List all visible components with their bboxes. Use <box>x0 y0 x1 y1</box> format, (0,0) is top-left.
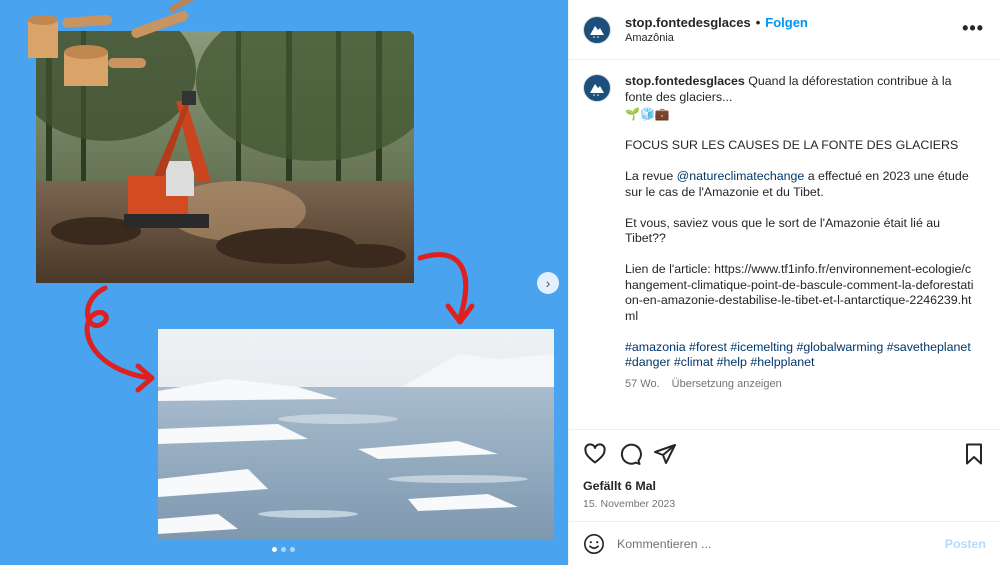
hashtags[interactable]: #danger #climat #help #helpplanet <box>625 355 975 371</box>
avatar[interactable] <box>583 74 611 102</box>
caption-username[interactable]: stop.fontedesglaces <box>625 74 745 88</box>
glacier-logo-icon <box>590 84 604 96</box>
curved-arrow-icon <box>417 252 469 321</box>
caption-paragraph: La revue @natureclimatechange a effectué… <box>625 169 969 199</box>
glacier-photo <box>158 329 554 540</box>
comment-input[interactable] <box>617 536 945 551</box>
post-sidebar: stop.fontedesglaces • Folgen Amazônia ••… <box>568 0 1000 565</box>
caption-text: stop.fontedesglaces Quand la déforestati… <box>625 74 975 392</box>
like-count[interactable]: Gefällt 6 Mal <box>583 479 986 493</box>
share-icon[interactable] <box>653 442 677 466</box>
carousel-indicator <box>272 547 295 552</box>
glacier-logo-icon <box>590 25 604 38</box>
carousel-dot <box>290 547 295 552</box>
post-actions: Gefällt 6 Mal 15. November 2023 <box>569 429 1000 510</box>
post-age: 57 Wo. <box>625 377 660 390</box>
emoji-icon[interactable] <box>583 533 605 555</box>
heart-icon[interactable] <box>583 442 607 466</box>
post-header: stop.fontedesglaces • Folgen Amazônia ••… <box>569 0 1000 60</box>
follow-button[interactable]: Folgen <box>765 15 808 30</box>
deforestation-photo <box>36 31 414 283</box>
caption-emoji: 🌱🧊💼 <box>625 107 670 121</box>
post-date: 15. November 2023 <box>583 498 676 510</box>
header-username[interactable]: stop.fontedesglaces <box>625 15 751 30</box>
post-media: › <box>0 0 568 565</box>
caption-question: Et vous, saviez vous que le sort de l'Am… <box>625 215 941 246</box>
carousel-dot <box>272 547 277 552</box>
carousel-next-button[interactable]: › <box>537 272 559 294</box>
more-options-icon[interactable]: ••• <box>962 18 984 39</box>
caption-article-link: Lien de l'article: https://www.tf1info.f… <box>625 262 974 323</box>
hashtags[interactable]: #amazonia #forest #icemelting #globalwar… <box>625 340 975 356</box>
translate-button[interactable]: Übersetzung anzeigen <box>672 377 782 393</box>
bookmark-icon[interactable] <box>962 442 986 466</box>
carousel-dot <box>281 547 286 552</box>
comment-bar: Posten <box>569 521 1000 565</box>
caption-headline: FOCUS SUR LES CAUSES DE LA FONTE DES GLA… <box>625 138 959 152</box>
mention-link[interactable]: @natureclimatechange <box>677 169 805 183</box>
location-link[interactable]: Amazônia <box>625 32 808 44</box>
caption-section: stop.fontedesglaces Quand la déforestati… <box>569 60 1000 429</box>
avatar[interactable] <box>583 15 611 44</box>
post-comment-button[interactable]: Posten <box>945 537 986 551</box>
comment-icon[interactable] <box>618 442 642 466</box>
chevron-right-icon: › <box>545 275 551 291</box>
separator-dot: • <box>755 15 761 30</box>
loop-arrow-icon <box>84 285 153 381</box>
